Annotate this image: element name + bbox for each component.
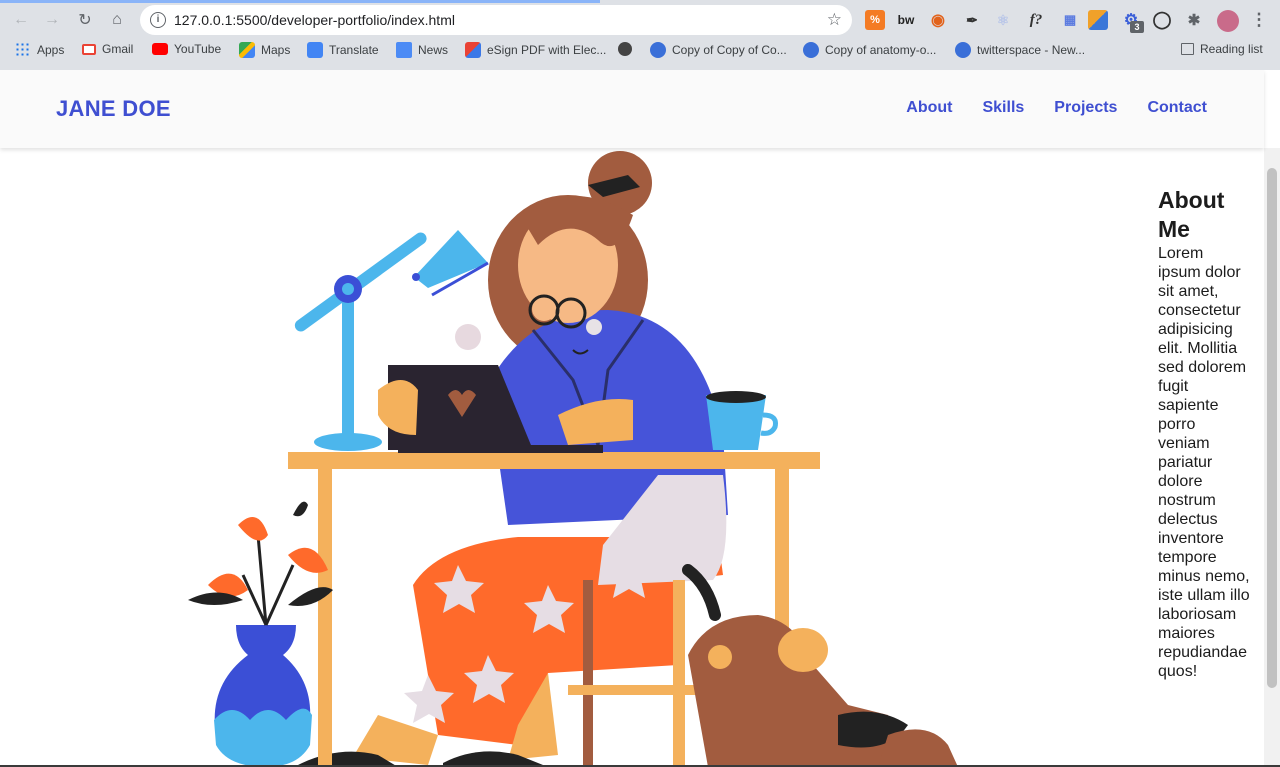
reading-list-icon (1181, 43, 1194, 55)
nav-links: About Skills Projects Contact (906, 99, 1207, 117)
bookmark-label: News (418, 43, 449, 57)
bookmark-apps[interactable]: Apps (15, 42, 64, 58)
extension-formula-icon[interactable]: f? (1026, 10, 1046, 30)
youtube-icon (152, 43, 168, 55)
bookmark-youtube[interactable]: YouTube (152, 42, 221, 56)
dog (682, 564, 958, 767)
news-icon (396, 42, 412, 58)
page-scrollbar[interactable] (1264, 148, 1280, 767)
bookmark-gmail[interactable]: Gmail (82, 42, 133, 56)
extension-badge: 3 (1130, 21, 1144, 33)
extension-picker-icon[interactable]: ✒ (962, 10, 982, 30)
extension-circle-icon[interactable]: ◯ (1152, 10, 1172, 30)
apps-grid-icon (15, 42, 31, 58)
bookmark-translate[interactable]: Translate (307, 42, 379, 58)
about-section: About Me Lorem ipsum dolor sit amet, con… (1158, 186, 1250, 681)
flower-vase (188, 501, 333, 767)
coffee-cup (706, 391, 778, 450)
browser-menu-icon[interactable]: ⋮ (1249, 10, 1269, 30)
browser-chrome: ← → ↻ ⌂ i 127.0.0.1:5500/developer-portf… (0, 0, 1280, 70)
page-viewport: JANE DOE About Skills Projects Contact A… (0, 70, 1280, 767)
extension-bw-icon[interactable]: bw (896, 10, 916, 30)
maps-icon (239, 42, 255, 58)
bookmark-label: twitterspace - New... (977, 43, 1086, 57)
url-text[interactable]: 127.0.0.1:5500/developer-portfolio/index… (174, 12, 455, 28)
browser-toolbar: ← → ↻ ⌂ i 127.0.0.1:5500/developer-portf… (0, 3, 1280, 37)
about-heading: About Me (1158, 187, 1225, 242)
forward-icon[interactable]: → (40, 8, 64, 32)
profile-avatar[interactable] (1217, 10, 1239, 32)
site-navbar: JANE DOE About Skills Projects Contact (0, 70, 1264, 148)
bookmark-label: Apps (37, 43, 65, 57)
bookmark-esign[interactable]: eSign PDF with Elec... (465, 42, 606, 58)
nav-projects[interactable]: Projects (1054, 99, 1117, 117)
bookmark-news[interactable]: News (396, 42, 448, 58)
address-bar[interactable]: i 127.0.0.1:5500/developer-portfolio/ind… (140, 5, 852, 35)
docs-icon (955, 42, 971, 58)
gmail-icon (82, 43, 96, 55)
hero-illustration (188, 151, 958, 767)
reading-list-label: Reading list (1200, 42, 1263, 56)
extensions-puzzle-icon[interactable]: ✱ (1184, 10, 1204, 30)
bookmark-label: Gmail (102, 42, 134, 56)
scrollbar-thumb[interactable] (1267, 168, 1277, 688)
translate-icon (307, 42, 323, 58)
bookmark-label: eSign PDF with Elec... (487, 43, 607, 57)
bookmark-maps[interactable]: Maps (239, 42, 290, 58)
bookmark-label: Maps (261, 43, 291, 57)
bookmark-copy-2[interactable]: Copy of anatomy-o... (803, 42, 936, 58)
bookmark-label: YouTube (174, 42, 222, 56)
bookmark-twitterspace[interactable]: twitterspace - New... (955, 42, 1085, 58)
site-info-icon[interactable]: i (150, 12, 166, 28)
globe-icon (618, 42, 632, 56)
back-icon[interactable]: ← (9, 8, 33, 32)
bookmark-star-icon[interactable]: ☆ (827, 10, 842, 30)
nav-contact[interactable]: Contact (1147, 99, 1207, 117)
bookmark-label: Copy of Copy of Co... (672, 43, 787, 57)
reading-list[interactable]: Reading list (1181, 42, 1263, 56)
docs-icon (650, 42, 666, 58)
bookmark-copy-1[interactable]: Copy of Copy of Co... (650, 42, 787, 58)
reload-icon[interactable]: ↻ (73, 8, 97, 32)
bookmarks-bar: Apps Gmail YouTube Maps Translate News e… (0, 38, 1280, 64)
bookmark-globe[interactable] (618, 42, 632, 56)
esign-icon (465, 42, 481, 58)
extension-tiles-icon[interactable] (1088, 10, 1108, 30)
bookmark-label: Copy of anatomy-o... (825, 43, 937, 57)
brand-logo[interactable]: JANE DOE (56, 96, 171, 122)
extension-percent-icon[interactable]: % (865, 10, 885, 30)
extension-react-icon[interactable]: ⚛ (993, 10, 1013, 30)
bookmark-label: Translate (329, 43, 379, 57)
docs-icon (803, 42, 819, 58)
nav-about[interactable]: About (906, 99, 952, 117)
nav-skills[interactable]: Skills (982, 99, 1024, 117)
home-icon[interactable]: ⌂ (105, 8, 129, 32)
extension-eye-icon[interactable]: ◉ (928, 10, 948, 30)
about-body: Lorem ipsum dolor sit amet, consectetur … (1158, 245, 1250, 680)
extension-calendar-icon[interactable]: ▦ (1060, 10, 1080, 30)
